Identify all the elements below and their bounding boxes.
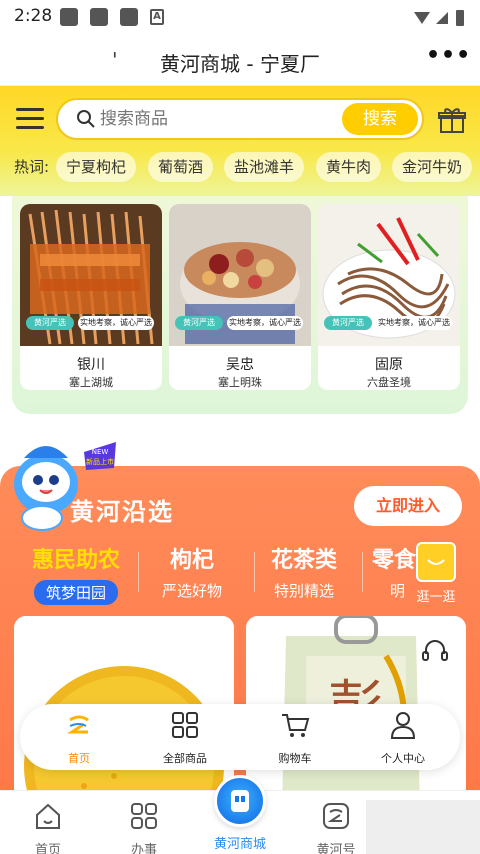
category-subtitle: 筑梦田园 xyxy=(33,580,118,605)
mini-nav-label: 购物车 xyxy=(278,752,312,765)
title-bar: ' 黄河商城 - 宁夏厂 ••• xyxy=(0,34,480,86)
badge-row: 黄河严选 实地考察，诚心严选 xyxy=(175,316,305,332)
enter-now-button[interactable]: 立即进入 xyxy=(354,486,462,526)
category-title: 枸杞 xyxy=(169,548,214,573)
tab-label: 办事 xyxy=(130,843,157,854)
mini-nav-bar: 首页 全部商品 购物车 个人中心 xyxy=(20,704,460,770)
status-bar: 2:28 A xyxy=(0,0,480,34)
cart-icon xyxy=(282,714,310,737)
quality-note: 实地考察，诚心严选 xyxy=(376,316,452,330)
tab-home[interactable]: 首页 xyxy=(0,801,96,854)
hot-tag[interactable]: 宁夏枸杞 xyxy=(56,152,137,182)
home-icon xyxy=(36,803,60,829)
more-button[interactable]: ••• xyxy=(426,45,470,74)
region-name: 吴忠 xyxy=(226,357,254,373)
gift-icon[interactable] xyxy=(438,106,466,134)
tab-services[interactable]: 办事 xyxy=(96,801,192,854)
mascot-image: NEW 新品上市 xyxy=(14,442,116,531)
mini-nav-home[interactable]: 首页 xyxy=(34,710,124,766)
tab-label[interactable]: 黄河商城 xyxy=(190,833,290,852)
region-subtitle: 塞上明珠 xyxy=(218,376,262,389)
category-subtitle: 特别精选 xyxy=(273,582,334,600)
notification-a-icon: A xyxy=(150,9,164,25)
menu-button[interactable] xyxy=(16,108,44,132)
grid-icon xyxy=(131,803,157,829)
notification-icon xyxy=(60,8,78,26)
hot-tag[interactable]: 葡萄酒 xyxy=(148,152,214,182)
stroll-label: 逛一逛 xyxy=(416,590,456,605)
region-name: 固原 xyxy=(375,357,403,373)
mini-nav-profile[interactable]: 个人中心 xyxy=(358,710,448,766)
notification-icon xyxy=(120,8,138,26)
hot-tag[interactable]: 黄牛肉 xyxy=(316,152,382,182)
quality-note: 实地考察，诚心严选 xyxy=(78,316,154,330)
search-icon xyxy=(77,110,95,128)
search-button[interactable]: 搜索 xyxy=(342,103,418,135)
quality-note: 实地考察，诚心严选 xyxy=(227,316,303,330)
menu-icon xyxy=(16,108,44,111)
search-input[interactable] xyxy=(100,109,320,129)
status-time: 2:28 xyxy=(14,6,53,26)
notification-icon xyxy=(90,8,108,26)
category-tab-goji[interactable]: 枸杞 严选好物 xyxy=(132,542,252,601)
new-arrivals-text: 新品上市 xyxy=(86,457,114,466)
hot-words-row: 热词: 宁夏枸杞 葡萄酒 盐池滩羊 黄牛肉 金河牛奶 xyxy=(0,150,480,184)
category-tab-agriculture[interactable]: 惠民助农 筑梦田园 xyxy=(16,542,136,605)
search-header: 搜索 热词: 宁夏枸杞 葡萄酒 盐池滩羊 黄牛肉 金河牛奶 xyxy=(0,86,480,196)
region-subtitle: 六盘圣境 xyxy=(367,376,411,389)
new-badge-text: NEW xyxy=(92,448,109,456)
tab-label: 首页 xyxy=(34,843,61,854)
mini-nav-cart[interactable]: 购物车 xyxy=(250,710,340,766)
search-bar[interactable]: 搜索 xyxy=(56,98,424,140)
overlay-corner xyxy=(366,800,480,854)
tab-mall-button[interactable] xyxy=(214,775,266,827)
category-subtitle: 严选好物 xyxy=(161,582,222,600)
page-title: 黄河商城 - 宁夏厂 xyxy=(160,52,320,76)
stroll-button[interactable]: 逛一逛 xyxy=(408,540,464,605)
region-card-guyuan[interactable]: 黄河严选 实地考察，诚心严选 固原 六盘圣境 xyxy=(318,204,460,390)
badge-row: 黄河严选 实地考察，诚心严选 xyxy=(26,316,156,332)
badge-row: 黄河严选 实地考察，诚心严选 xyxy=(324,316,454,332)
grid-icon xyxy=(172,712,198,738)
hot-tag[interactable]: 金河牛奶 xyxy=(392,152,473,182)
hot-tag[interactable]: 盐池滩羊 xyxy=(224,152,305,182)
customer-service-icon[interactable] xyxy=(420,636,450,666)
mall-icon xyxy=(231,790,249,812)
quality-badge: 黄河严选 xyxy=(324,316,372,330)
quality-badge: 黄河严选 xyxy=(175,316,223,330)
mini-nav-label: 个人中心 xyxy=(381,752,425,765)
category-tab-flower-tea[interactable]: 花茶类 特别精选 xyxy=(244,542,364,601)
huanghe-logo-icon xyxy=(323,803,349,829)
category-title: 惠民助农 xyxy=(31,548,120,573)
category-title: 花茶类 xyxy=(270,548,337,573)
hot-words-label: 热词: xyxy=(14,158,50,176)
wifi-battery-icon xyxy=(414,10,464,26)
bottom-tab-bar: 首页 办事 黄河商城 黄河号 xyxy=(0,775,480,854)
mini-nav-label: 首页 xyxy=(68,752,90,765)
home-logo-icon xyxy=(67,715,89,734)
region-subtitle: 塞上湖城 xyxy=(69,376,113,389)
mini-nav-all-products[interactable]: 全部商品 xyxy=(140,710,230,766)
region-card-wuzhong[interactable]: 黄河严选 实地考察，诚心严选 吴忠 塞上明珠 xyxy=(169,204,311,390)
region-card-yinchuan[interactable]: 黄河严选 实地考察，诚心严选 银川 塞上湖城 xyxy=(20,204,162,390)
region-panel: 黄河严选 实地考察，诚心严选 银川 塞上湖城 黄河严选 实地考察，诚心严选 吴忠… xyxy=(12,196,468,414)
mini-nav-label: 全部商品 xyxy=(163,752,207,765)
shopping-bag-icon xyxy=(416,542,456,582)
user-icon xyxy=(390,712,416,739)
region-name: 银川 xyxy=(77,357,105,373)
quality-badge: 黄河严选 xyxy=(26,316,74,330)
